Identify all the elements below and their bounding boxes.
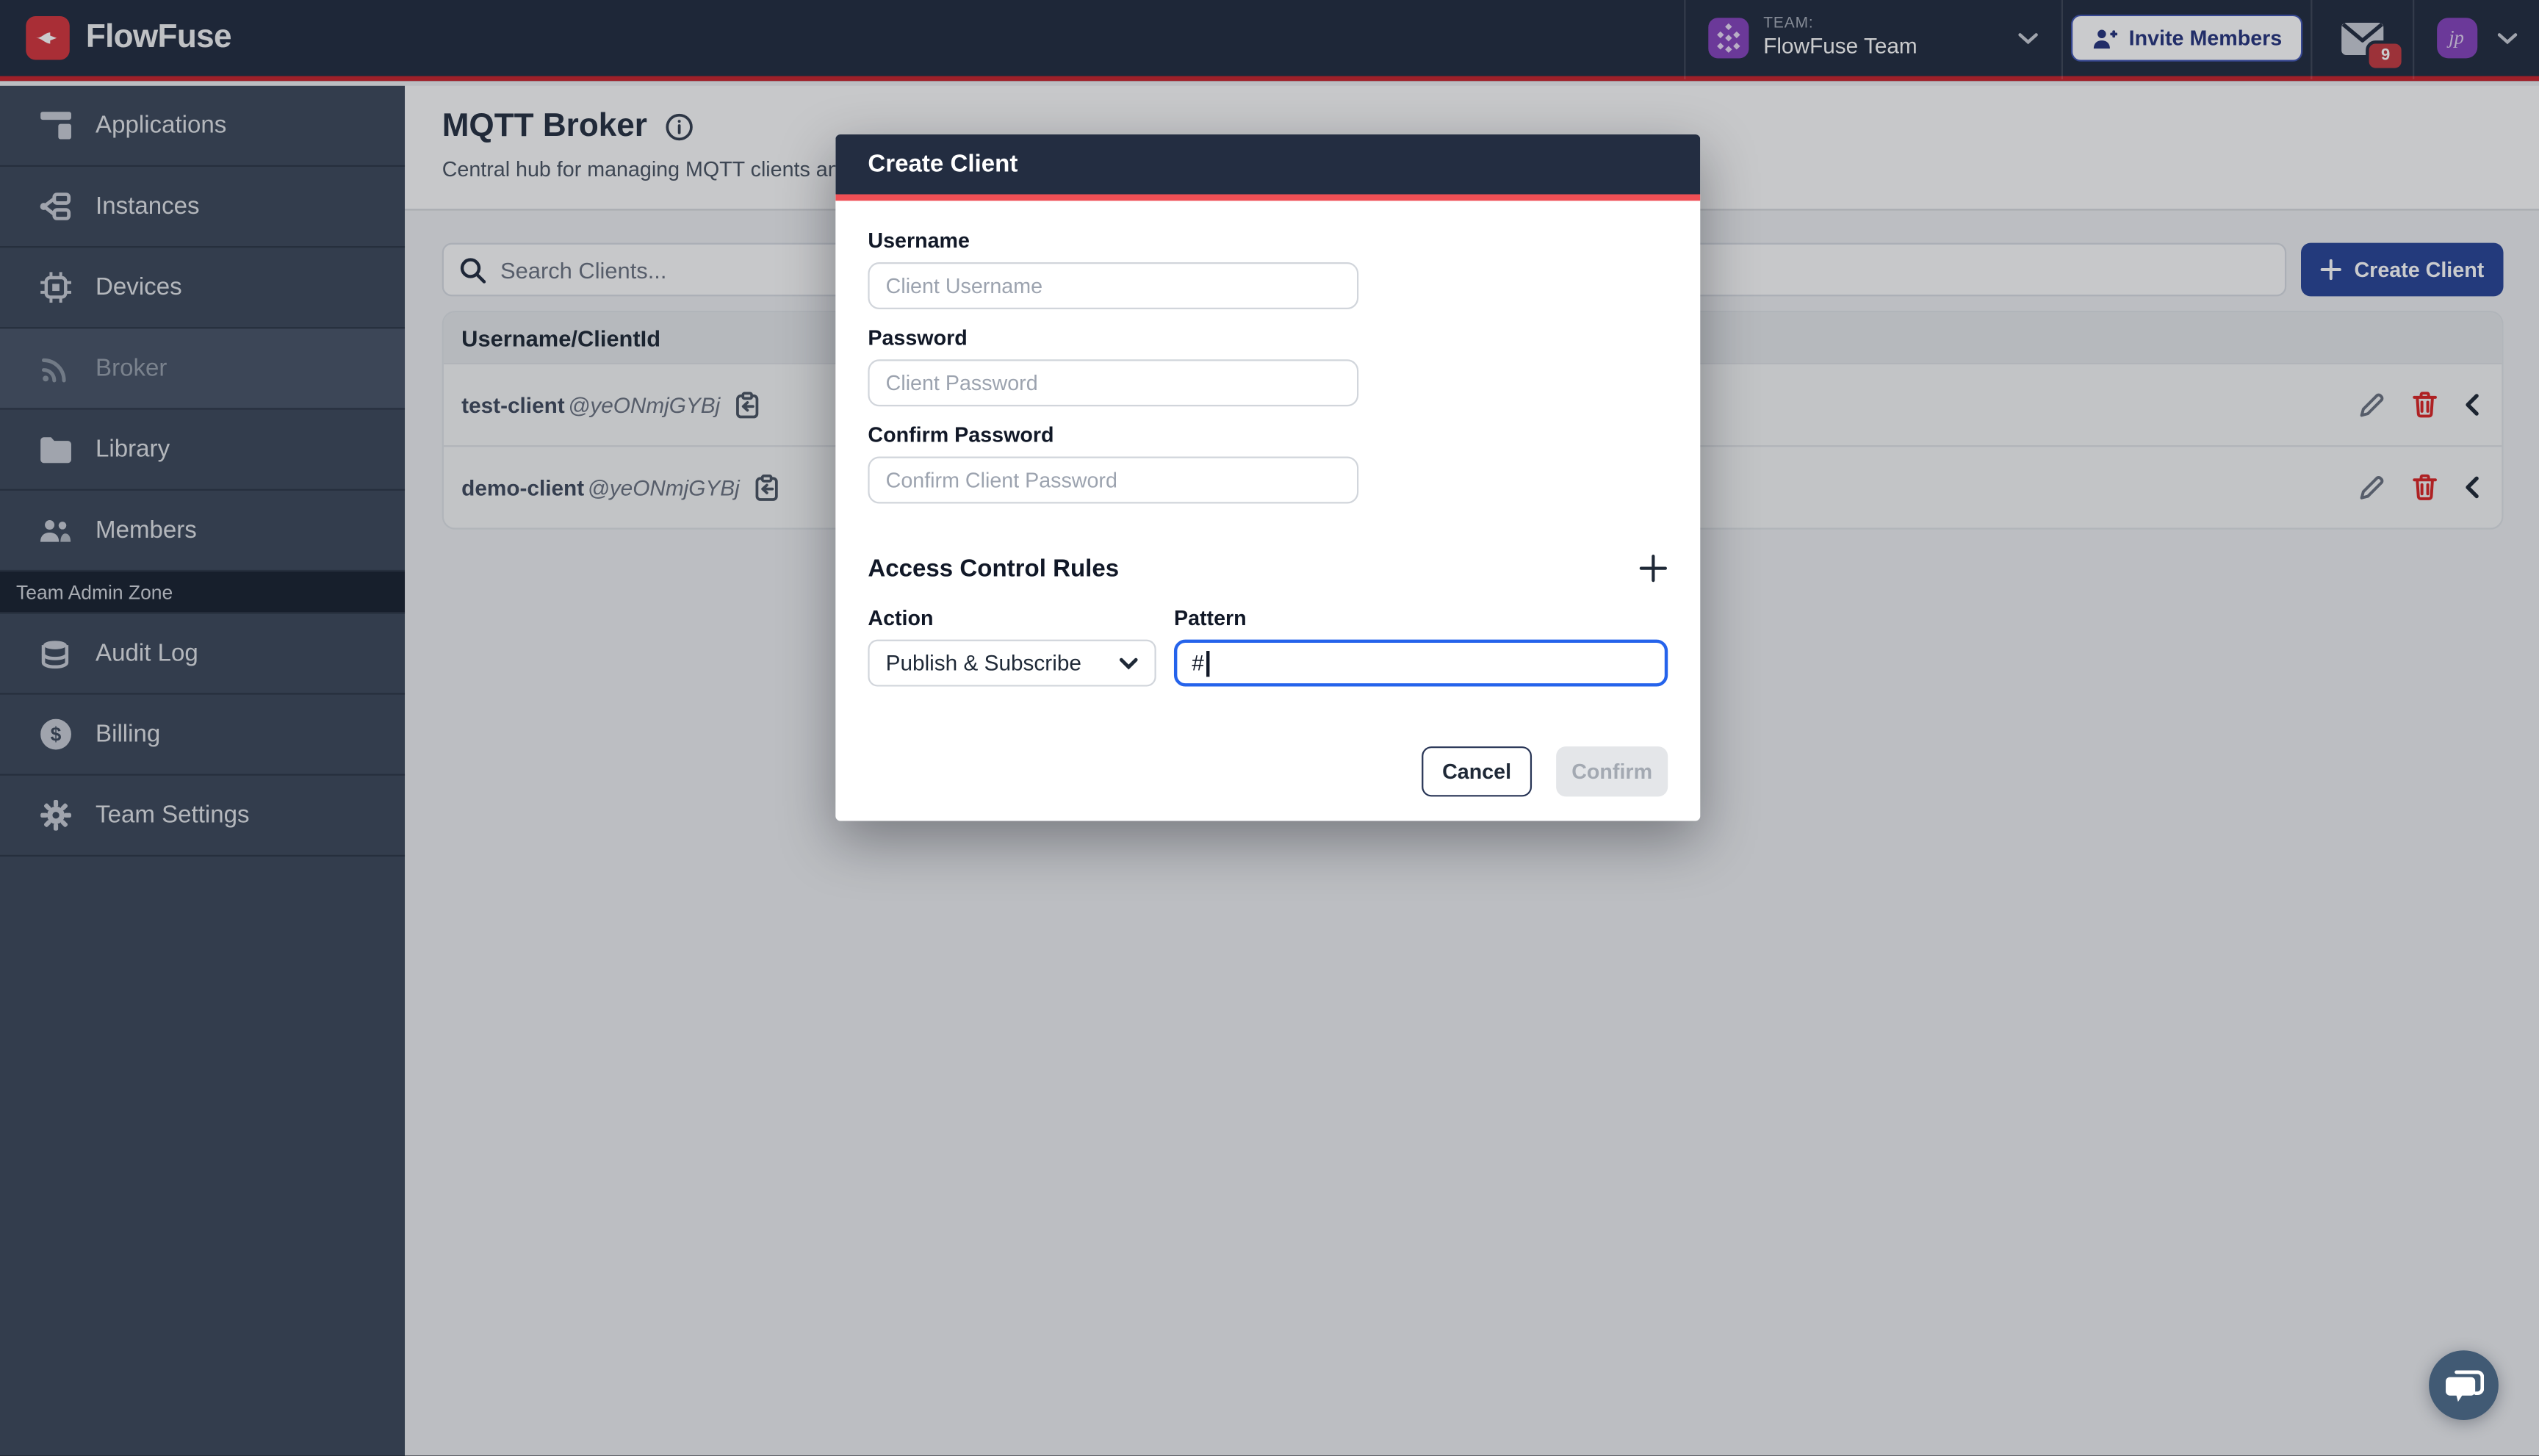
confirm-password-label: Confirm Password [868,422,1668,447]
access-control-rules-heading: Access Control Rules [868,555,1119,582]
app: FlowFuse TEAM: FlowFuse Team Invite Memb… [0,0,2539,1455]
confirm-password-input[interactable] [868,457,1358,504]
action-select-value: Publish & Subscribe [886,651,1081,675]
pattern-label: Pattern [1174,605,1247,630]
chat-widget-button[interactable] [2429,1350,2499,1420]
text-cursor [1206,650,1209,676]
action-label: Action [868,605,1156,630]
modal-accent-line [835,194,1700,201]
modal-header: Create Client [835,134,1700,195]
chat-bubbles-icon [2444,1367,2483,1402]
password-input[interactable] [868,359,1358,406]
pattern-input[interactable] [1174,640,1668,687]
username-label: Username [868,228,1668,253]
select-chevron-down-icon [1119,657,1138,670]
password-label: Password [868,325,1668,350]
confirm-button[interactable]: Confirm [1556,746,1668,796]
modal-title: Create Client [868,151,1018,178]
action-select[interactable]: Publish & Subscribe [868,640,1156,687]
create-client-modal: Create Client Username Password Confirm … [835,134,1700,821]
username-input[interactable] [868,262,1358,309]
cancel-button[interactable]: Cancel [1422,746,1532,796]
add-rule-plus-icon[interactable] [1639,554,1668,583]
